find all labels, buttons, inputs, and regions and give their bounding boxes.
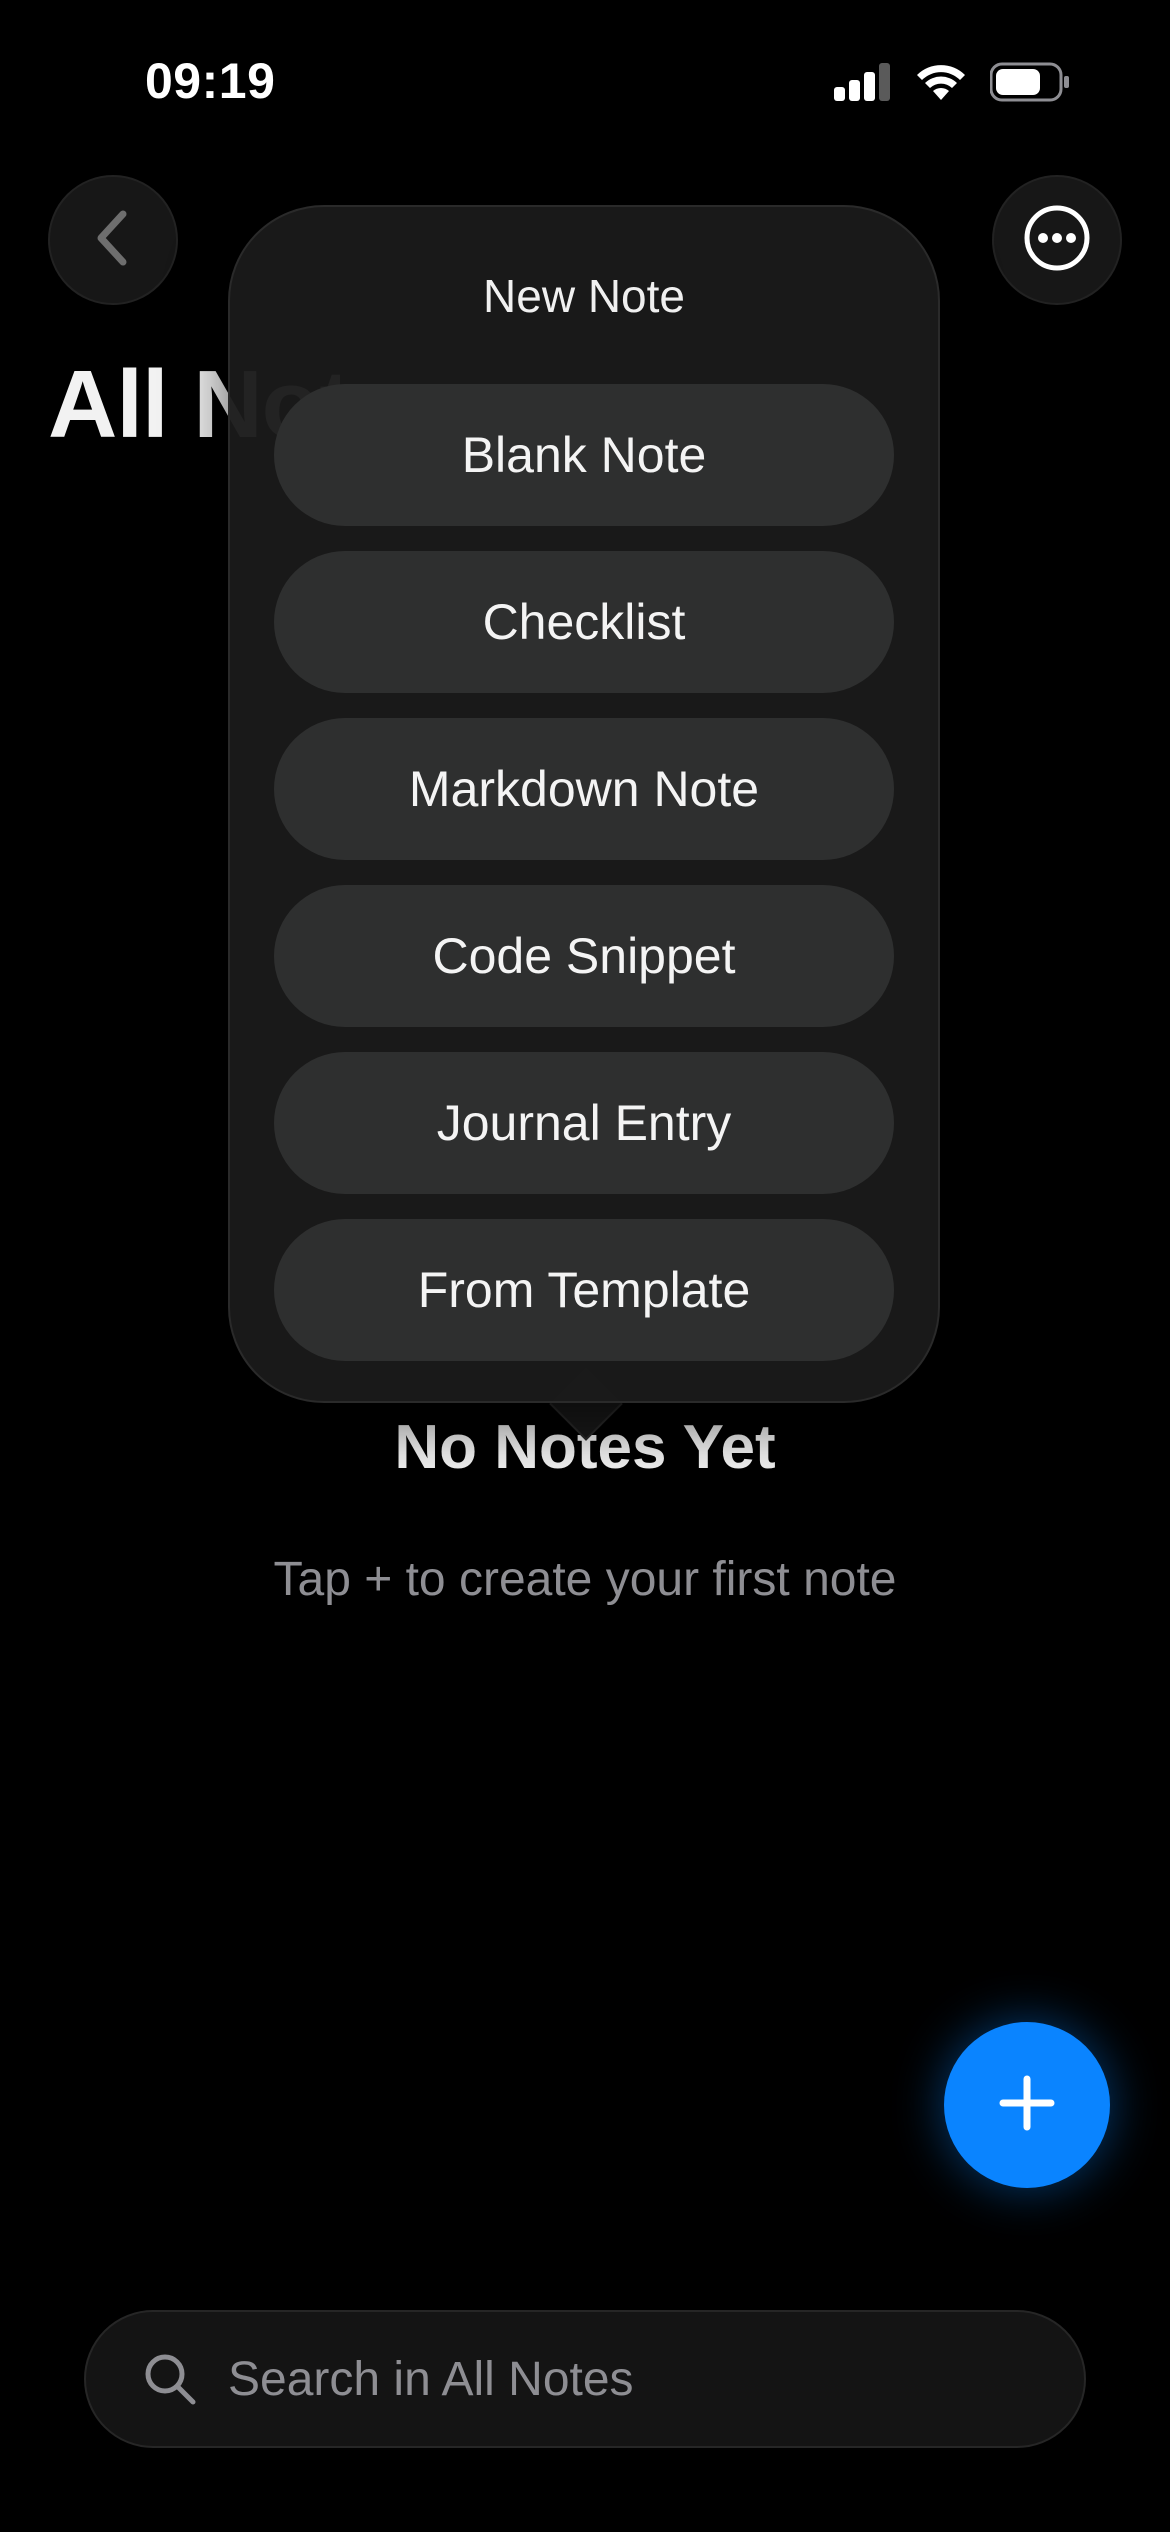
new-note-popover: New Note Blank Note Checklist Markdown N… xyxy=(228,205,940,1403)
status-bar: 09:19 xyxy=(0,0,1170,160)
plus-icon xyxy=(997,2073,1057,2138)
menu-item-blank-note[interactable]: Blank Note xyxy=(274,384,894,526)
back-button[interactable] xyxy=(48,175,178,305)
cellular-signal-icon xyxy=(834,62,892,106)
search-icon xyxy=(142,2351,198,2407)
status-icons xyxy=(834,62,1070,106)
wifi-icon xyxy=(914,62,968,107)
popover-title: New Note xyxy=(483,270,685,322)
empty-state-subtitle: Tap + to create your first note xyxy=(273,1553,897,1606)
chevron-left-icon xyxy=(93,208,133,273)
menu-item-checklist[interactable]: Checklist xyxy=(274,551,894,693)
search-input[interactable] xyxy=(226,2350,1084,2408)
menu-item-journal-entry[interactable]: Journal Entry xyxy=(274,1052,894,1194)
status-time: 09:19 xyxy=(145,53,276,109)
new-note-menu: Blank Note Checklist Markdown Note Code … xyxy=(274,384,894,1386)
menu-item-markdown-note[interactable]: Markdown Note xyxy=(274,718,894,860)
add-note-button[interactable] xyxy=(944,2022,1110,2188)
search-bar[interactable] xyxy=(84,2310,1086,2448)
menu-item-from-template[interactable]: From Template xyxy=(274,1219,894,1361)
battery-icon xyxy=(989,62,1070,107)
menu-item-code-snippet[interactable]: Code Snippet xyxy=(274,885,894,1027)
more-options-button[interactable] xyxy=(992,175,1122,305)
ellipsis-circle-icon xyxy=(1022,203,1092,278)
